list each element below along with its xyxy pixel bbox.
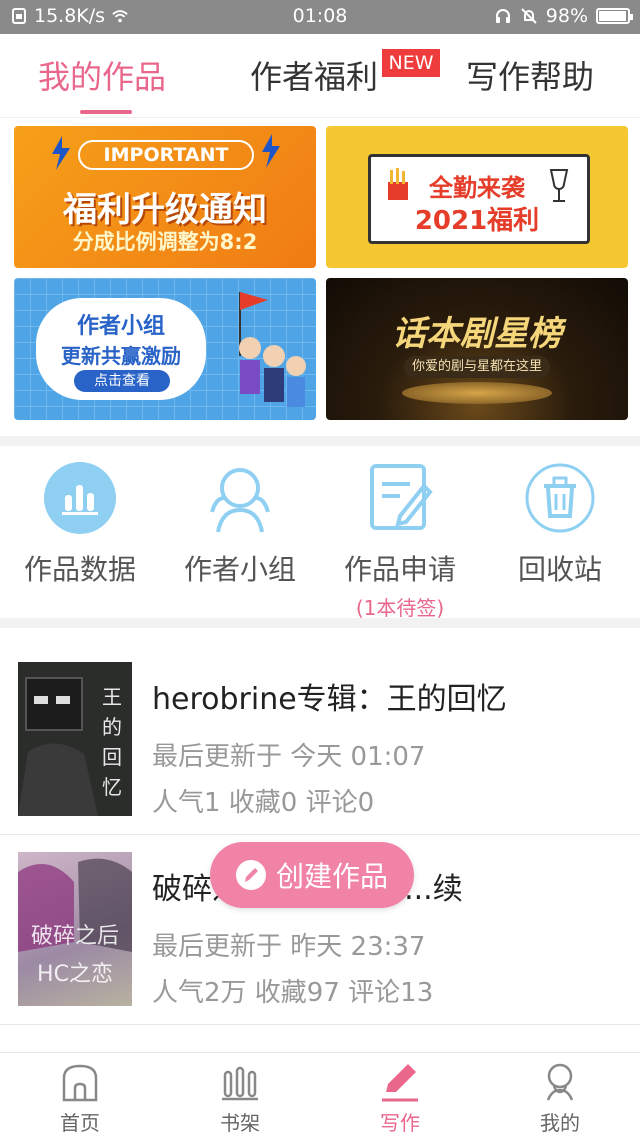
- banner-subtitle: 分成比例调整为8:2: [72, 230, 258, 254]
- people-with-flag-illustration: [239, 292, 306, 407]
- banner-title: 话本剧星榜: [392, 314, 562, 354]
- lightning-icon: [262, 134, 280, 168]
- edit-form-icon: [364, 462, 436, 534]
- banner-tag: IMPORTANT: [78, 140, 254, 170]
- create-work-button[interactable]: 创建作品: [210, 842, 414, 908]
- pencil-icon: [320, 1061, 480, 1103]
- tab-writing-help[interactable]: 写作帮助: [466, 52, 594, 98]
- banner-title: 福利升级通知: [63, 190, 267, 230]
- status-bar: 15.8K/s 01:08 98%: [0, 0, 640, 34]
- banner-title: 全勤来袭: [429, 174, 525, 202]
- nav-label: 首页: [60, 1111, 100, 1135]
- new-badge: NEW: [382, 49, 440, 77]
- nav-label: 书架: [220, 1111, 260, 1135]
- stage-decoration: [402, 382, 552, 404]
- work-stats: 人气1 收藏0 评论0: [152, 788, 375, 818]
- trash-icon: [524, 462, 596, 534]
- nav-label: 我的: [540, 1111, 580, 1135]
- action-label: 作品申请: [343, 553, 456, 586]
- work-item[interactable]: 王的回忆 herobrine专辑：王的回忆 最后更新于 今天 01:07 人气1…: [0, 632, 640, 822]
- banner-grid: IMPORTANT 福利升级通知 分成比例调整为8:2 全勤来袭 2021福利 …: [14, 126, 628, 420]
- section-divider: [0, 618, 640, 628]
- bar-chart-icon: [44, 462, 116, 534]
- action-label: 作品数据: [23, 553, 136, 586]
- pending-sign-count: (1本待签): [355, 596, 445, 620]
- banner-subtitle: 你爱的剧与星都在这里: [404, 356, 550, 378]
- pencil-icon: [235, 860, 266, 890]
- create-work-label: 创建作品: [275, 860, 388, 893]
- row-divider: [0, 1024, 640, 1025]
- clock: 01:08: [292, 5, 348, 27]
- battery-icon: [596, 8, 633, 24]
- bottom-nav: 首页 书架 写作 我的: [0, 1052, 640, 1138]
- action-label: 作者小组: [183, 553, 296, 586]
- banner-subtitle: 更新共赢激励: [61, 344, 181, 368]
- work-cover: 破碎之后 HC之恋: [18, 852, 132, 1006]
- battery-percent: 98%: [545, 5, 588, 27]
- bookshelf-icon: [160, 1061, 320, 1103]
- banner-drama-star-ranking[interactable]: 话本剧星榜 你爱的剧与星都在这里: [326, 278, 628, 420]
- action-label: 回收站: [517, 553, 602, 586]
- cover-title-text: 破碎之后: [30, 924, 119, 949]
- quick-actions: 作品数据 作者小组 作品申请 (1本待签) 回收站: [0, 446, 640, 622]
- nav-label: 写作: [380, 1111, 420, 1135]
- section-divider: [0, 436, 640, 446]
- headset-icon: [495, 9, 510, 23]
- people-icon: [204, 462, 276, 534]
- nav-home[interactable]: 首页: [0, 1061, 160, 1136]
- cover-title-text: 王的回忆: [102, 685, 122, 799]
- lightning-icon: [52, 136, 70, 170]
- banner-benefit-upgrade[interactable]: IMPORTANT 福利升级通知 分成比例调整为8:2: [14, 126, 316, 268]
- profile-icon: [480, 1061, 640, 1103]
- nav-bookshelf[interactable]: 书架: [160, 1061, 320, 1136]
- action-work-application[interactable]: 作品申请 (1本待签): [320, 462, 480, 621]
- mute-bell-icon: [521, 8, 537, 24]
- action-work-data[interactable]: 作品数据: [0, 462, 160, 588]
- banner-subtitle: 2021福利: [414, 206, 540, 236]
- banner-full-attendance[interactable]: 全勤来袭 2021福利: [326, 126, 628, 268]
- work-title: herobrine专辑：王的回忆: [152, 682, 507, 717]
- tab-my-works[interactable]: 我的作品: [38, 52, 166, 98]
- action-author-group[interactable]: 作者小组: [160, 462, 320, 588]
- banner-title: 作者小组: [76, 314, 165, 339]
- banner-view-button: 点击查看: [74, 370, 170, 392]
- active-tab-indicator: [80, 110, 132, 114]
- nav-write[interactable]: 写作: [320, 1061, 480, 1136]
- banner-author-group[interactable]: 作者小组 更新共赢激励 点击查看: [14, 278, 316, 420]
- work-updated: 最后更新于 今天 01:07: [152, 742, 426, 772]
- nav-mine[interactable]: 我的: [480, 1061, 640, 1136]
- cover-title-text: HC之恋: [37, 962, 113, 987]
- work-stats: 人气2万 收藏97 评论13: [152, 978, 434, 1008]
- work-updated: 最后更新于 昨天 23:37: [152, 932, 426, 962]
- top-tabs: 我的作品 作者福利 NEW 写作帮助: [0, 34, 640, 118]
- work-cover: 王的回忆: [18, 662, 132, 816]
- action-recycle-bin[interactable]: 回收站: [480, 462, 640, 588]
- tab-author-benefits[interactable]: 作者福利: [250, 52, 378, 98]
- home-icon: [0, 1061, 160, 1103]
